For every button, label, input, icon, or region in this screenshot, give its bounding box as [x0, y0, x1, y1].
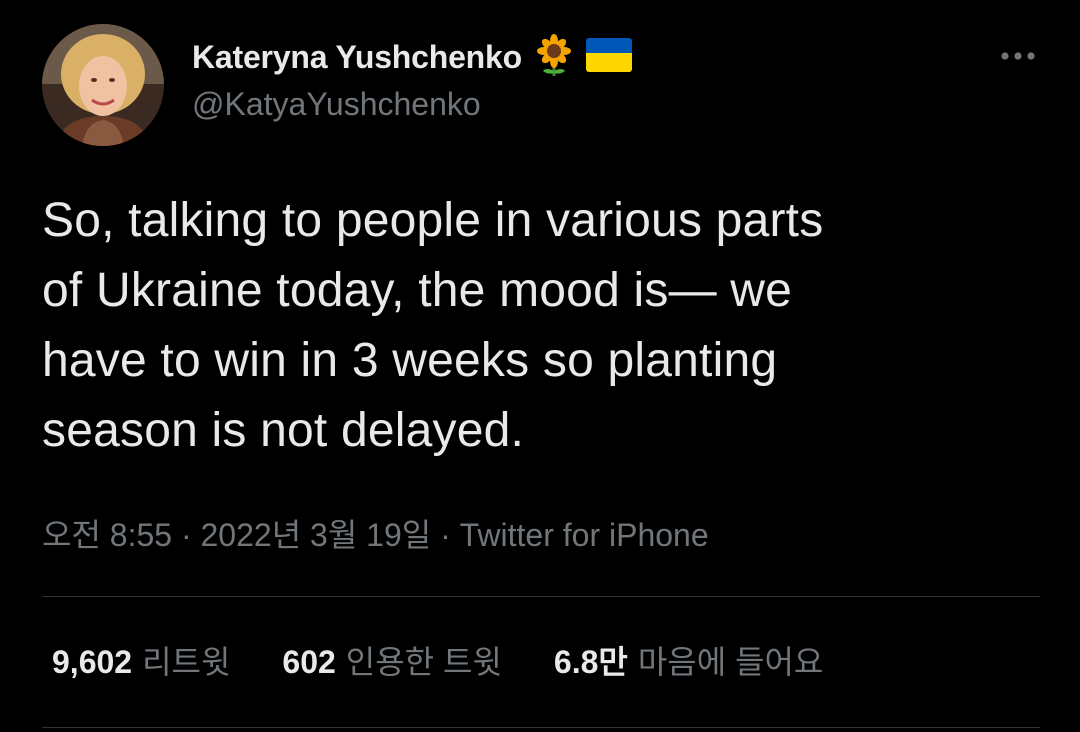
display-name-row: Kateryna Yushchenko: [192, 33, 632, 78]
ukraine-flag-icon: [585, 37, 632, 77]
divider: [42, 596, 1040, 597]
meta-separator: ·: [172, 517, 201, 553]
more-button[interactable]: [998, 42, 1038, 70]
divider: [42, 727, 1040, 728]
likes-label: 마음에 들어요: [637, 644, 824, 680]
tweet-meta: 오전 8:55 · 2022년 3월 19일 · Twitter for iPh…: [42, 510, 709, 556]
sunflower-emoji-icon: [532, 33, 576, 82]
tweet-source[interactable]: Twitter for iPhone: [460, 517, 709, 553]
display-name[interactable]: Kateryna Yushchenko: [192, 39, 522, 76]
quotes-stat[interactable]: 602 인용한 트윗: [282, 637, 501, 683]
more-icon: [1001, 52, 1035, 60]
likes-count: 6.8만: [553, 644, 628, 680]
retweets-label: 리트윗: [142, 644, 231, 680]
tweet-time[interactable]: 오전 8:55: [42, 517, 172, 553]
user-handle[interactable]: @KatyaYushchenko: [192, 86, 481, 123]
avatar[interactable]: [42, 24, 164, 146]
tweet-text: So, talking to people in various parts o…: [42, 194, 824, 457]
quotes-label: 인용한 트윗: [345, 644, 502, 680]
profile-photo: [42, 24, 164, 146]
engagement-stats: 9,602 리트윗 602 인용한 트윗 6.8만 마음에 들어요: [52, 638, 823, 682]
tweet-date[interactable]: 2022년 3월 19일: [201, 517, 432, 553]
meta-separator: ·: [431, 517, 460, 553]
quotes-count: 602: [282, 644, 336, 680]
retweets-count: 9,602: [52, 644, 133, 680]
retweets-stat[interactable]: 9,602 리트윗: [52, 637, 230, 683]
likes-stat[interactable]: 6.8만 마음에 들어요: [554, 637, 823, 683]
